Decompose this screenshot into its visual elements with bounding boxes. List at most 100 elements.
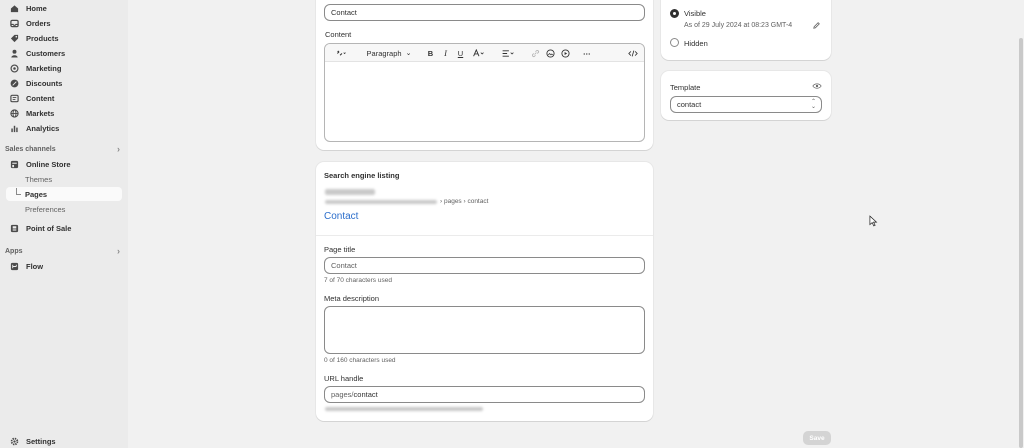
url-handle-label: URL handle [324, 374, 364, 383]
template-select[interactable]: contact ⌃ ⌄ [670, 96, 822, 113]
bold-button[interactable]: B [426, 48, 435, 58]
sparkle-icon [337, 50, 346, 56]
sidebar-item-marketing[interactable]: Marketing [6, 61, 122, 75]
store-icon [10, 160, 19, 169]
sidebar-item-settings[interactable]: Settings [6, 434, 122, 448]
sidebar-item-customers[interactable]: Customers [6, 46, 122, 60]
store-url-preview [325, 200, 437, 204]
url-handle-value: contact [353, 390, 378, 399]
bar-chart-icon [10, 124, 19, 133]
sidebar-item-label: Orders [26, 18, 51, 28]
text-color-icon [473, 48, 484, 56]
sidebar: Home Orders Products Customers Marketing… [0, 0, 128, 448]
chevron-right-icon: › [117, 144, 120, 154]
insert-image-button[interactable] [546, 48, 555, 58]
paragraph-style-select[interactable]: Paragraph ⌄ [366, 48, 412, 58]
text-color-button[interactable] [471, 48, 487, 58]
meta-description-label: Meta description [324, 294, 380, 303]
sidebar-item-label: Content [26, 93, 55, 103]
italic-icon: I [444, 48, 447, 58]
gear-icon [10, 437, 19, 446]
more-horizontal-icon: ⋯ [583, 48, 591, 58]
align-left-icon [502, 49, 514, 57]
inbox-icon [10, 19, 19, 28]
sidebar-item-pages[interactable]: Pages [6, 187, 122, 201]
apps-header[interactable]: Apps › [5, 245, 122, 257]
url-handle-input[interactable]: pages/contact [324, 386, 645, 403]
align-button[interactable] [500, 48, 516, 58]
sidebar-item-orders[interactable]: Orders [6, 16, 122, 30]
template-label: Template [670, 83, 701, 92]
edit-pencil-icon[interactable] [812, 21, 821, 30]
mouse-cursor-icon [869, 215, 878, 227]
sidebar-item-label: Preferences [25, 204, 66, 214]
title-input[interactable]: Contact [324, 4, 645, 21]
tree-connector [16, 188, 21, 195]
sidebar-item-products[interactable]: Products [6, 31, 122, 45]
discount-icon [10, 79, 19, 88]
meta-description-char-count: 0 of 160 characters used [324, 357, 396, 364]
chevron-down-icon: ⌄ [405, 50, 412, 57]
seo-preview-title[interactable]: Contact [324, 211, 358, 222]
sidebar-item-label: Pages [25, 189, 48, 199]
sidebar-item-discounts[interactable]: Discounts [6, 76, 122, 90]
seo-breadcrumb: › pages › contact [440, 198, 489, 205]
target-icon [10, 63, 19, 73]
sidebar-item-label: Flow [26, 261, 44, 271]
page-scrollbar[interactable] [1019, 38, 1023, 448]
sidebar-item-label: Products [26, 33, 59, 43]
visible-detail: As of 29 July 2024 at 08:23 GMT-4 [684, 22, 793, 29]
eye-icon[interactable] [812, 82, 822, 90]
rich-text-editor[interactable]: Paragraph ⌄ B I U ⋯ [324, 43, 645, 142]
home-icon [10, 4, 19, 13]
sidebar-item-preferences[interactable]: Preferences [6, 202, 122, 216]
full-url-preview [325, 407, 483, 411]
editor-toolbar: Paragraph ⌄ B I U ⋯ [325, 44, 644, 62]
apps-label: Apps [5, 247, 23, 255]
sidebar-item-label: Discounts [26, 78, 63, 88]
link-icon [531, 49, 540, 57]
content-icon [10, 94, 19, 103]
sidebar-item-label: Settings [26, 436, 56, 446]
sidebar-item-home[interactable]: Home [6, 1, 122, 15]
more-options-button[interactable]: ⋯ [582, 48, 592, 58]
page-title-input[interactable]: Contact [324, 257, 645, 274]
video-icon [561, 48, 570, 58]
sidebar-item-themes[interactable]: Themes [6, 172, 122, 186]
save-button[interactable]: Save [803, 431, 831, 445]
show-html-button[interactable] [628, 48, 638, 58]
sales-channels-header[interactable]: Sales channels › [5, 143, 122, 155]
underline-button[interactable]: U [456, 48, 465, 58]
sidebar-item-label: Point of Sale [26, 223, 72, 233]
sidebar-item-flow[interactable]: Flow [6, 259, 122, 273]
visible-radio[interactable] [670, 9, 679, 18]
hidden-radio[interactable] [670, 38, 679, 47]
sidebar-item-analytics[interactable]: Analytics [6, 121, 122, 135]
flow-icon [10, 262, 19, 271]
sidebar-item-online-store[interactable]: Online Store [6, 157, 122, 171]
person-icon [10, 49, 19, 58]
sidebar-item-label: Analytics [26, 123, 60, 133]
sales-channels-label: Sales channels [5, 145, 56, 153]
link-button[interactable] [531, 48, 540, 58]
template-select-value: contact [677, 100, 702, 109]
tag-icon [10, 34, 19, 43]
page-title-label: Page title [324, 245, 356, 254]
paragraph-style-label: Paragraph [366, 48, 402, 58]
sidebar-item-markets[interactable]: Markets [6, 106, 122, 120]
sidebar-item-point-of-sale[interactable]: Point of Sale [6, 221, 122, 235]
divider [316, 235, 653, 236]
globe-icon [10, 108, 19, 118]
italic-button[interactable]: I [441, 48, 450, 58]
chevron-right-icon: › [117, 246, 120, 256]
sidebar-item-content[interactable]: Content [6, 91, 122, 105]
image-icon [546, 48, 555, 58]
magic-format-button[interactable] [332, 48, 350, 58]
sidebar-item-label: Home [26, 3, 47, 13]
url-prefix: pages/ [331, 390, 354, 399]
select-arrows-icon: ⌃ ⌄ [810, 99, 816, 110]
insert-video-button[interactable] [561, 48, 570, 58]
meta-description-field[interactable] [324, 306, 645, 354]
sidebar-item-label: Customers [26, 48, 66, 58]
underline-icon: U [457, 48, 464, 58]
